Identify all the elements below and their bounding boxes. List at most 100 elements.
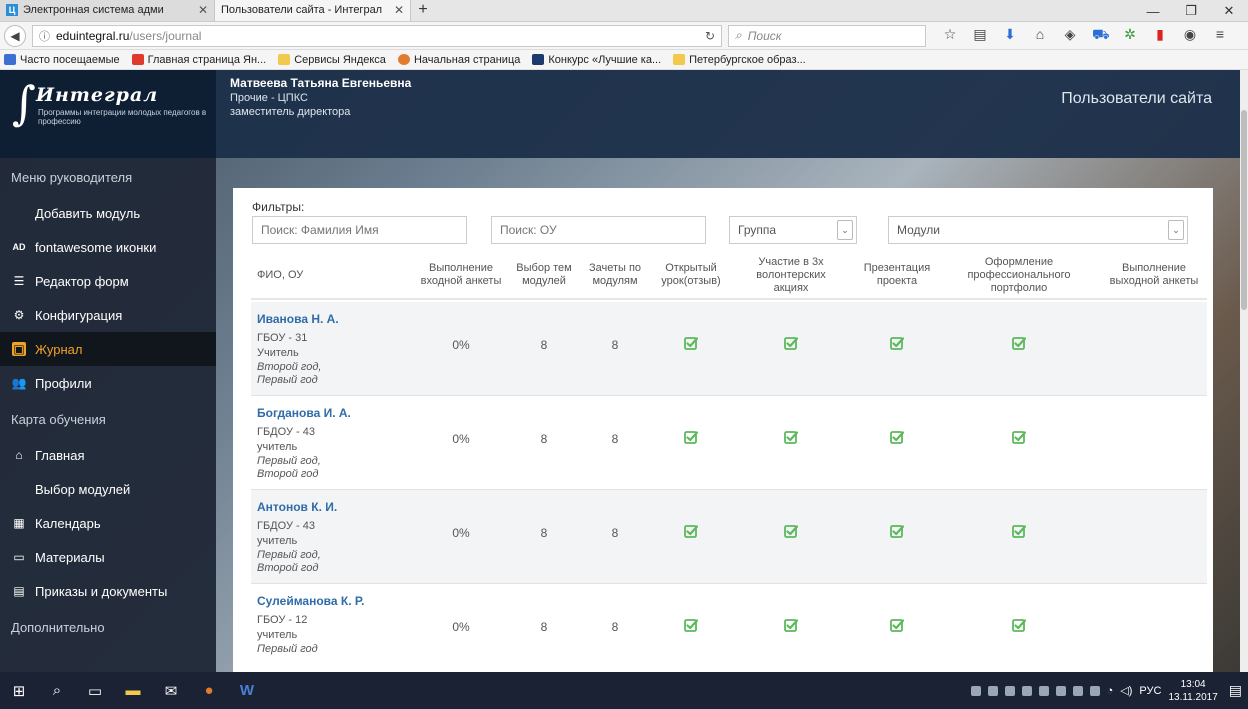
download-icon[interactable]: ⬇ [1002, 26, 1018, 45]
language-indicator[interactable]: РУС [1139, 685, 1161, 697]
column-header[interactable]: Выполнение входной анкеты [411, 250, 511, 300]
sidebar-item-calendar[interactable]: ▦ Календарь [0, 506, 216, 540]
table-row: Сулейманова К. Р. ГБОУ - 12 учитель Первый … [251, 584, 1207, 672]
folder-icon: ▭ [13, 550, 25, 564]
addon-icon[interactable]: ◉ [1182, 26, 1198, 45]
mail-icon[interactable]: ✉ [152, 672, 190, 709]
sidebar-item-add-module[interactable]: Добавить модуль [0, 196, 216, 230]
browser-nav-bar: ◀ ⓘ eduintegral.ru/users/journal ↻ ⌕ Пои… [0, 22, 1248, 50]
user-year: Первый год, [257, 455, 321, 467]
task-view-icon[interactable]: ▭ [76, 672, 114, 709]
user-year: Первый год, [257, 549, 321, 561]
home-icon[interactable]: ⌂ [1032, 26, 1048, 45]
tray-icon[interactable] [1072, 685, 1083, 696]
tray-icon[interactable] [970, 685, 981, 696]
column-header[interactable]: ФИО, ОУ [257, 250, 407, 300]
bookmark-item[interactable]: Главная страница Ян... [131, 54, 266, 66]
extension-icon[interactable]: ✲ [1122, 26, 1138, 45]
column-header[interactable]: Участие в 3х волонтерских акциях [743, 250, 839, 300]
table-row: Богданова И. А. ГБДОУ - 43 учитель Первый г… [251, 396, 1207, 490]
network-icon[interactable]: ◔ [1107, 685, 1114, 697]
modules-select[interactable]: Модули ⌄ [888, 216, 1188, 244]
reading-list-icon[interactable]: ▤ [972, 26, 988, 45]
checked-box-icon [890, 431, 904, 444]
info-icon[interactable]: ⓘ [39, 28, 50, 44]
sidebar-item-fontawesome[interactable]: AD fontawesome иконки [0, 230, 216, 264]
tray-icon[interactable] [1021, 685, 1032, 696]
firefox-icon[interactable]: ● [190, 672, 228, 709]
sidebar-item-profiles[interactable]: 👥 Профили [0, 366, 216, 400]
cart-icon[interactable]: ⛟ [1092, 26, 1110, 45]
back-button[interactable]: ◀ [4, 24, 26, 47]
reload-icon[interactable]: ↻ [705, 29, 715, 43]
grid-icon [12, 482, 26, 496]
group-select[interactable]: Группа ⌄ [729, 216, 857, 244]
user-role: учитель [257, 535, 298, 547]
scrollbar-thumb[interactable] [1241, 110, 1247, 310]
topics-value: 8 [540, 526, 548, 540]
bookmark-item[interactable]: Конкурс «Лучшие ка... [532, 54, 661, 66]
column-header[interactable]: Презентация проекта [857, 250, 937, 300]
volume-icon[interactable]: ◁) [1120, 684, 1132, 697]
user-name-link[interactable]: Богданова И. А. [257, 406, 351, 420]
sidebar-item-home[interactable]: ⌂ Главная [0, 438, 216, 472]
column-header[interactable]: Выполнение выходной анкеты [1101, 250, 1207, 300]
tray-icon[interactable] [1055, 685, 1066, 696]
new-tab-button[interactable]: + [411, 0, 435, 21]
address-bar[interactable]: ⓘ eduintegral.ru/users/journal ↻ [32, 24, 722, 47]
bookmark-star-icon[interactable]: ☆ [942, 26, 958, 45]
sidebar-item-materials[interactable]: ▭ Материалы [0, 540, 216, 574]
sidebar-item-form-editor[interactable]: ☰ Редактор форм [0, 264, 216, 298]
name-search-input[interactable] [252, 216, 467, 244]
word-icon[interactable]: W [228, 672, 266, 709]
user-name-link[interactable]: Антонов К. И. [257, 500, 337, 514]
user-name-link[interactable]: Иванова Н. А. [257, 312, 339, 326]
tray-icon[interactable] [987, 685, 998, 696]
bookmark-item[interactable]: Начальная страница [397, 54, 520, 66]
logo-integral-icon: ∫ [12, 76, 36, 130]
system-tray: ◔ ◁) РУС 13:04 13.11.2017 ▤ [970, 672, 1248, 709]
site-logo[interactable]: ∫ Интеграл Программы интеграции молодых … [0, 70, 216, 158]
user-year: Второй год [257, 468, 319, 480]
sidebar-item-documents[interactable]: ▤ Приказы и документы [0, 574, 216, 608]
tray-icon[interactable] [1089, 685, 1100, 696]
pocket-icon[interactable]: ◈ [1062, 26, 1078, 45]
table-row: Антонов К. И. ГБДОУ - 43 учитель Первый год… [251, 490, 1207, 584]
column-header[interactable]: Открытый урок(отзыв) [651, 250, 731, 300]
bookmark-item[interactable]: Часто посещаемые [4, 54, 120, 66]
notifications-icon[interactable]: ▤ [1229, 682, 1242, 699]
user-name-link[interactable]: Сулейманова К. Р. [257, 594, 364, 608]
column-header[interactable]: Выбор тем модулей [513, 250, 575, 300]
restore-icon[interactable]: ❐ [1172, 0, 1210, 22]
tab-close-icon[interactable]: ✕ [198, 3, 208, 17]
tab-close-icon[interactable]: ✕ [394, 3, 404, 17]
site-favicon-icon: Ц [6, 4, 18, 16]
checked-box-icon [784, 619, 798, 632]
org-search-input[interactable] [491, 216, 706, 244]
tray-icon[interactable] [1038, 685, 1049, 696]
bookmark-item[interactable]: Петербургское образ... [673, 54, 806, 66]
close-window-icon[interactable]: ✕ [1210, 0, 1248, 22]
menu-icon[interactable]: ≡ [1212, 26, 1228, 45]
bookmark-item[interactable]: Сервисы Яндекса [278, 54, 386, 66]
page-scrollbar[interactable] [1240, 70, 1248, 672]
journal-card: Фильтры: Группа ⌄ Модули ⌄ ФИО, ОУ Выпол… [233, 188, 1213, 672]
checked-box-icon [784, 525, 798, 538]
clock[interactable]: 13:04 13.11.2017 [1168, 678, 1217, 704]
column-header[interactable]: Оформление профессионального портфолио [949, 250, 1089, 300]
sidebar-item-module-choice[interactable]: Выбор модулей [0, 472, 216, 506]
sidebar-item-journal[interactable]: ▣ Журнал [0, 332, 216, 366]
search-icon[interactable]: ⌕ [38, 672, 76, 709]
browser-tab-admin[interactable]: Ц Электронная система адми ✕ [0, 0, 215, 21]
bookmark-flag-icon[interactable]: ▮ [1152, 26, 1168, 45]
sidebar-item-configuration[interactable]: ⚙ Конфигурация [0, 298, 216, 332]
browser-tab-users[interactable]: Пользователи сайта - Интеграл ✕ [215, 0, 411, 21]
tray-icon[interactable] [1004, 685, 1015, 696]
windows-start-icon[interactable]: ⊞ [0, 672, 38, 709]
browser-search-input[interactable]: ⌕ Поиск [728, 24, 926, 47]
checked-box-icon [1012, 337, 1026, 350]
minimize-icon[interactable]: — [1134, 0, 1172, 22]
column-header[interactable]: Зачеты по модулям [581, 250, 649, 300]
file-explorer-icon[interactable]: ▬ [114, 672, 152, 709]
user-org: Прочие - ЦПКС [230, 92, 308, 104]
